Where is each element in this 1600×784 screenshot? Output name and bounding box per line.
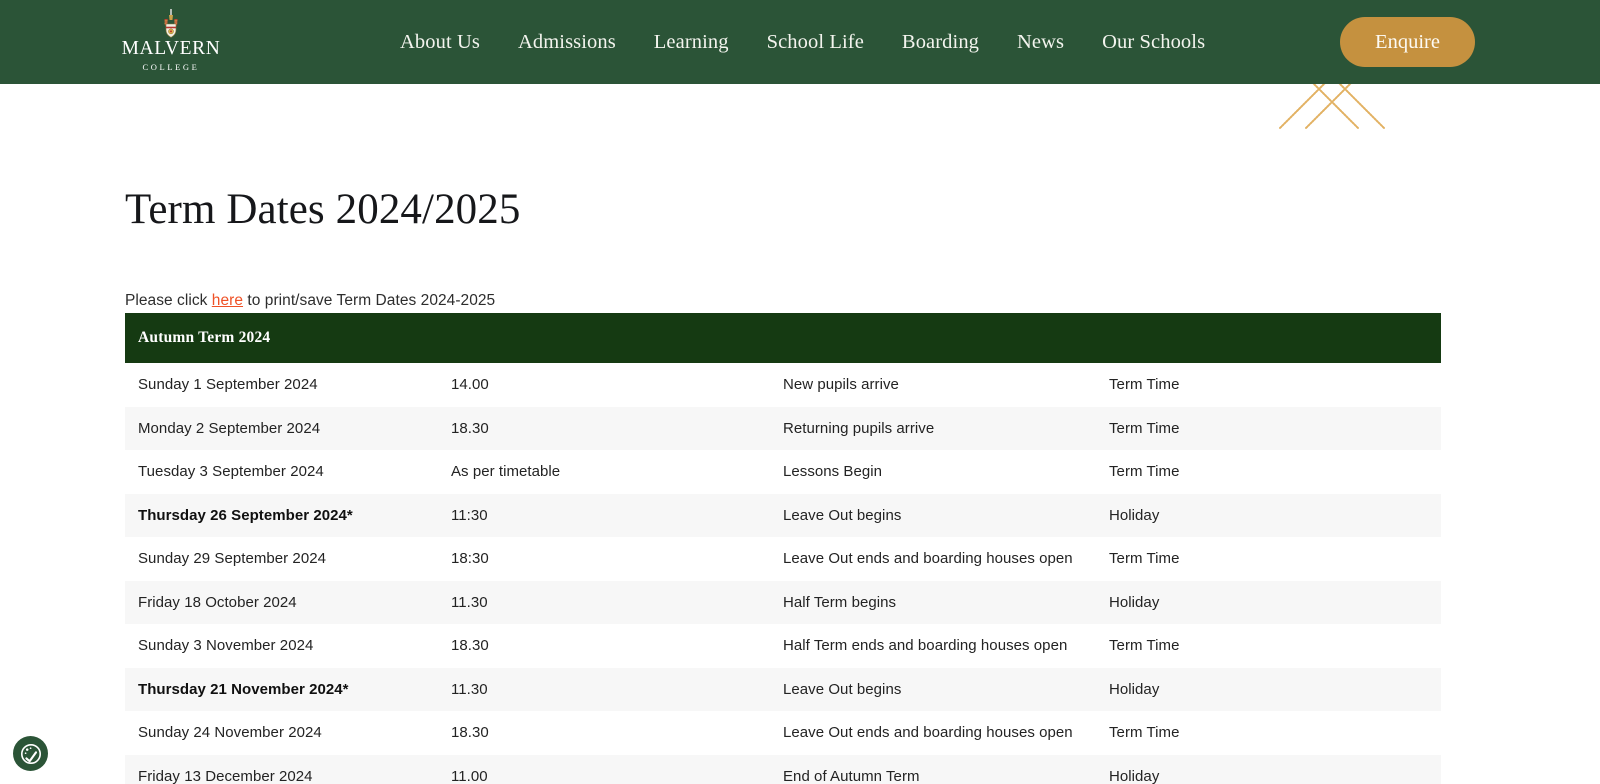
row-date: Sunday 3 November 2024 bbox=[138, 637, 314, 655]
table-row: Monday 2 September 2024 18.30 Returning pu… bbox=[125, 406, 1441, 450]
row-event: End of Autumn Term bbox=[783, 767, 920, 784]
nav-item-school-life[interactable]: School Life bbox=[767, 31, 864, 54]
diamond-pattern-icon bbox=[1279, 84, 1385, 129]
row-date: Tuesday 3 September 2024 bbox=[138, 463, 324, 481]
heraldic-crest-icon bbox=[164, 9, 178, 38]
row-time: 11.30 bbox=[451, 680, 488, 698]
row-date: Thursday 21 November 2024* bbox=[138, 680, 349, 698]
term-table-header: Autumn Term 2024 bbox=[125, 313, 1441, 363]
row-time: 18:30 bbox=[451, 550, 489, 568]
row-status: Term Time bbox=[1109, 550, 1180, 568]
row-status: Holiday bbox=[1109, 767, 1160, 784]
row-event: Leave Out begins bbox=[783, 680, 902, 698]
nav-item-news[interactable]: News bbox=[1017, 31, 1064, 54]
row-event: Returning pupils arrive bbox=[783, 419, 935, 437]
row-status: Term Time bbox=[1109, 376, 1180, 394]
row-time: 14.00 bbox=[451, 376, 489, 394]
table-row: Sunday 24 November 2024 18.30 Leave Out en… bbox=[125, 711, 1441, 755]
row-time: 11.30 bbox=[451, 593, 488, 611]
table-row: Friday 18 October 2024 11.30 Half Term beg… bbox=[125, 580, 1441, 624]
nav-item-admissions[interactable]: Admissions bbox=[518, 31, 616, 54]
row-status: Term Time bbox=[1109, 419, 1180, 437]
row-time: 11.00 bbox=[451, 767, 488, 784]
table-row: Sunday 29 September 2024 18:30 Leave Out e… bbox=[125, 537, 1441, 581]
row-status: Term Time bbox=[1109, 637, 1180, 655]
intro-text-before: Please click bbox=[125, 291, 212, 309]
row-date: Sunday 24 November 2024 bbox=[138, 724, 322, 742]
row-status: Holiday bbox=[1109, 680, 1160, 698]
row-event: New pupils arrive bbox=[783, 376, 899, 394]
row-time: 18.30 bbox=[451, 724, 489, 742]
row-status: Term Time bbox=[1109, 463, 1180, 481]
site-logo[interactable]: MALVERN COLLEGE bbox=[122, 8, 220, 72]
row-event: Half Term ends and boarding houses open bbox=[783, 637, 1068, 655]
table-row: Thursday 21 November 2024* 11.30 Leave Out… bbox=[125, 667, 1441, 711]
intro-text: Please click here to print/save Term Dat… bbox=[125, 292, 495, 310]
term-table-heading: Autumn Term 2024 bbox=[138, 329, 271, 346]
table-row: Sunday 3 November 2024 18.30 Half Term end… bbox=[125, 624, 1441, 668]
row-time: 18.30 bbox=[451, 419, 489, 437]
intro-text-after: to print/save Term Dates 2024-2025 bbox=[243, 291, 496, 309]
logo-wordmark: MALVERN bbox=[121, 38, 221, 59]
accessibility-icon bbox=[20, 743, 41, 764]
term-table: Autumn Term 2024 Sunday 1 September 2024 1… bbox=[125, 313, 1441, 784]
row-status: Holiday bbox=[1109, 593, 1160, 611]
logo-subtext: COLLEGE bbox=[142, 61, 200, 72]
table-row: Tuesday 3 September 2024 As per timetable… bbox=[125, 450, 1441, 494]
table-row: Friday 13 December 2024 11.00 End of Autum… bbox=[125, 754, 1441, 784]
row-event: Half Term begins bbox=[783, 593, 897, 611]
nav-item-learning[interactable]: Learning bbox=[654, 31, 729, 54]
row-date: Friday 18 October 2024 bbox=[138, 593, 297, 611]
row-date: Friday 13 December 2024 bbox=[138, 767, 313, 784]
row-date: Monday 2 September 2024 bbox=[138, 419, 321, 437]
nav-item-boarding[interactable]: Boarding bbox=[902, 31, 979, 54]
enquire-button[interactable]: Enquire bbox=[1340, 17, 1475, 67]
row-time: 11:30 bbox=[451, 506, 488, 524]
row-time: As per timetable bbox=[451, 463, 561, 481]
nav-item-about-us[interactable]: About Us bbox=[400, 31, 480, 54]
row-date: Thursday 26 September 2024* bbox=[138, 506, 353, 524]
row-status: Holiday bbox=[1109, 506, 1160, 524]
nav-item-our-schools[interactable]: Our Schools bbox=[1102, 31, 1205, 54]
accessibility-widget-button[interactable] bbox=[13, 736, 48, 771]
print-save-link[interactable]: here bbox=[212, 292, 243, 309]
row-event: Leave Out ends and boarding houses open bbox=[783, 724, 1073, 742]
site-header: MALVERN COLLEGE About Us Admissions Lear… bbox=[0, 0, 1600, 84]
row-status: Term Time bbox=[1109, 724, 1180, 742]
row-event: Lessons Begin bbox=[783, 463, 883, 481]
main-navigation: About Us Admissions Learning School Life… bbox=[400, 0, 1205, 84]
row-event: Leave Out begins bbox=[783, 506, 902, 524]
row-date: Sunday 1 September 2024 bbox=[138, 376, 318, 394]
row-time: 18.30 bbox=[451, 637, 489, 655]
table-row: Thursday 26 September 2024* 11:30 Leave Ou… bbox=[125, 493, 1441, 537]
row-date: Sunday 29 September 2024 bbox=[138, 550, 327, 568]
table-row: Sunday 1 September 2024 14.00 New pupils a… bbox=[125, 363, 1441, 407]
page-title: Term Dates 2024/2025 bbox=[125, 186, 521, 233]
diamond-decoration bbox=[1272, 84, 1392, 136]
row-event: Leave Out ends and boarding houses open bbox=[783, 550, 1073, 568]
